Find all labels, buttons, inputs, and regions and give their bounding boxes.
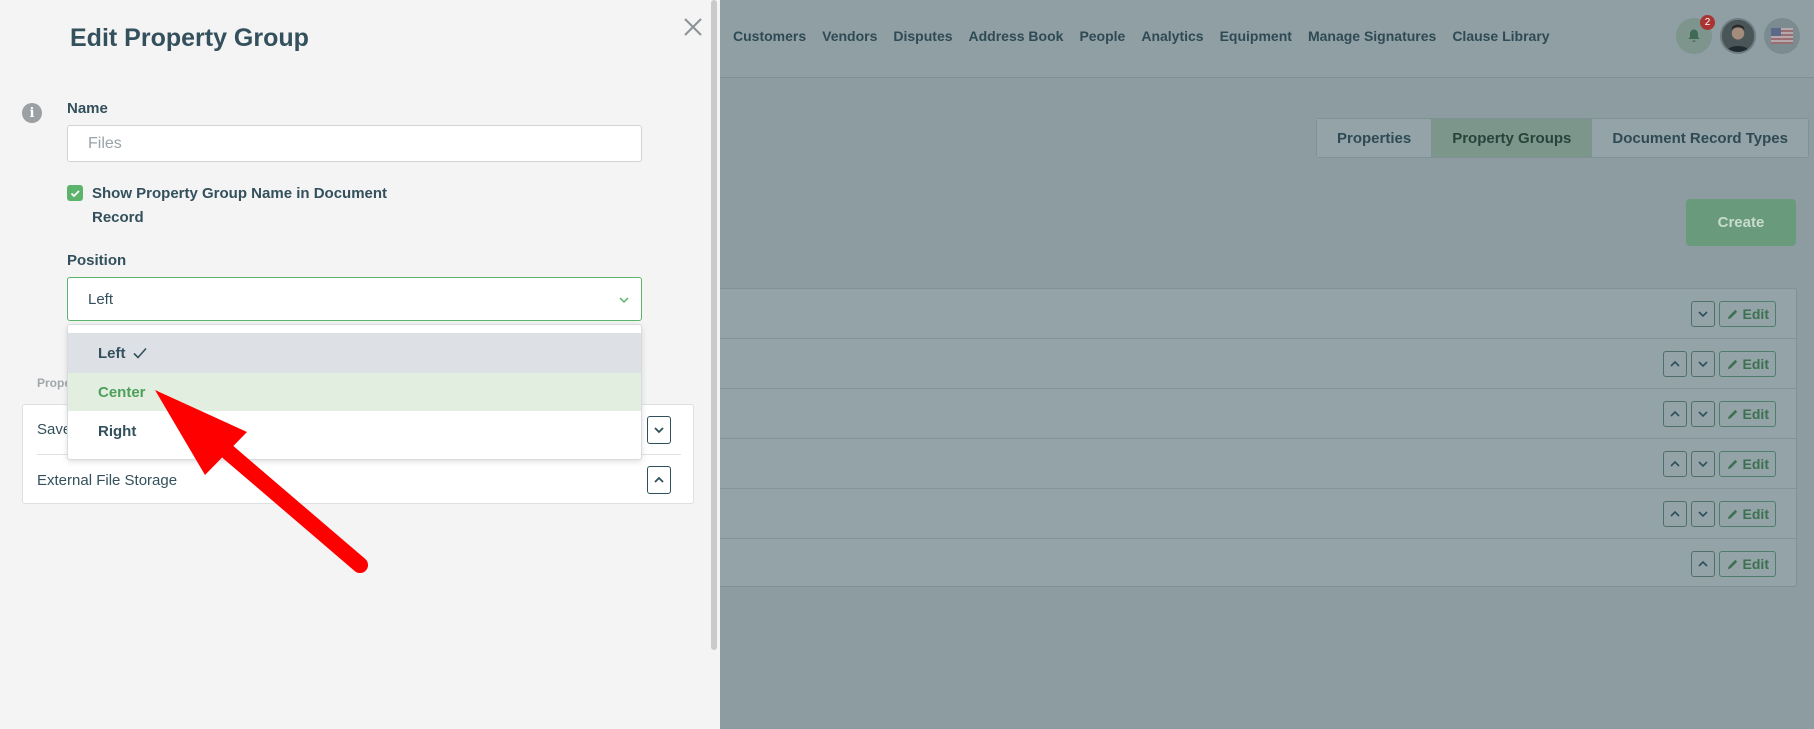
panel-scrollbar[interactable]: [711, 0, 717, 650]
move-up-button[interactable]: [1662, 351, 1687, 377]
show-group-name-checkbox[interactable]: [67, 185, 83, 201]
move-up-button[interactable]: [1662, 401, 1687, 427]
move-up-button[interactable]: [1690, 551, 1715, 577]
nav-address-book[interactable]: Address Book: [969, 28, 1064, 44]
chevron-up-icon: [1669, 460, 1680, 467]
properties-label: Prope: [37, 376, 72, 390]
move-down-button[interactable]: [1690, 401, 1715, 427]
edit-button[interactable]: Edit: [1718, 551, 1776, 577]
move-up-button[interactable]: [647, 466, 671, 494]
nav-equipment[interactable]: Equipment: [1220, 28, 1292, 44]
pencil-icon: [1727, 409, 1737, 419]
table-row: Edit: [701, 439, 1796, 489]
edit-button[interactable]: Edit: [1718, 501, 1776, 527]
nav-disputes[interactable]: Disputes: [893, 28, 952, 44]
move-up-button[interactable]: [1662, 451, 1687, 477]
name-input[interactable]: Files: [67, 125, 642, 162]
info-icon[interactable]: i: [22, 103, 42, 123]
edit-button[interactable]: Edit: [1718, 451, 1776, 477]
language-switcher[interactable]: [1764, 18, 1800, 54]
chevron-down-icon: [1697, 511, 1708, 518]
us-flag-icon: [1771, 28, 1793, 44]
chevron-up-icon: [1669, 360, 1680, 367]
chevron-up-icon: [654, 476, 664, 483]
nav-clause-library[interactable]: Clause Library: [1452, 28, 1549, 44]
close-icon[interactable]: [682, 16, 704, 38]
chevron-down-icon: [1697, 411, 1708, 418]
dropdown-option-right[interactable]: Right: [68, 411, 641, 451]
tab-document-record-types[interactable]: Document Record Types: [1592, 119, 1808, 157]
notification-badge: 2: [1700, 15, 1715, 30]
table-row: Edit: [701, 339, 1796, 389]
property-name: External File Storage: [37, 471, 178, 489]
chevron-down-icon: [1697, 311, 1708, 318]
move-down-button[interactable]: [1690, 451, 1715, 477]
table-row: Edit: [701, 489, 1796, 539]
topbar-actions: 2: [1676, 15, 1800, 54]
chevron-down-icon: [1697, 461, 1708, 468]
chevron-up-icon: [1669, 510, 1680, 517]
main-nav: Customers Vendors Disputes Address Book …: [733, 28, 1566, 44]
chevron-down-icon: [654, 426, 664, 433]
dropdown-option-center[interactable]: Center: [68, 373, 641, 411]
edit-button[interactable]: Edit: [1718, 301, 1776, 327]
pencil-icon: [1727, 309, 1737, 319]
show-group-name-label: Show Property Group Name in Document Rec…: [92, 185, 388, 226]
tab-properties[interactable]: Properties: [1317, 119, 1433, 157]
table-row: Edit: [701, 289, 1796, 339]
avatar-image: [1722, 20, 1754, 52]
list-item: External File Storage: [37, 455, 681, 505]
panel-title: Edit Property Group: [70, 24, 309, 52]
move-down-button[interactable]: [1690, 501, 1715, 527]
nav-manage-signatures[interactable]: Manage Signatures: [1308, 28, 1436, 44]
chevron-down-icon: [1697, 361, 1708, 368]
position-label: Position: [67, 252, 127, 269]
table-row: Edit: [701, 389, 1796, 439]
notifications-button[interactable]: 2: [1676, 15, 1715, 54]
bell-icon: [1688, 29, 1700, 42]
nav-analytics[interactable]: Analytics: [1141, 28, 1203, 44]
chevron-up-icon: [1669, 410, 1680, 417]
position-select[interactable]: Left: [67, 277, 642, 321]
pencil-icon: [1727, 459, 1737, 469]
checkmark-icon: [132, 347, 147, 359]
move-down-button[interactable]: [1690, 301, 1715, 327]
position-dropdown-menu: Left Center Right: [67, 324, 642, 460]
pencil-icon: [1727, 509, 1737, 519]
edit-button[interactable]: Edit: [1718, 351, 1776, 377]
edit-property-group-panel: Edit Property Group i Name Files Show Pr…: [0, 0, 720, 729]
table-row: Edit: [701, 539, 1796, 589]
move-up-button[interactable]: [1662, 501, 1687, 527]
position-selected-value: Left: [88, 290, 114, 308]
move-down-button[interactable]: [1690, 351, 1715, 377]
nav-customers[interactable]: Customers: [733, 28, 806, 44]
property-groups-table: Edit Edit Edit Edit Edit Edit: [700, 288, 1797, 587]
chevron-down-icon: [619, 297, 629, 304]
pencil-icon: [1727, 559, 1737, 569]
user-avatar[interactable]: [1720, 18, 1756, 54]
edit-button[interactable]: Edit: [1718, 401, 1776, 427]
dropdown-option-left[interactable]: Left: [68, 333, 641, 373]
create-button[interactable]: Create: [1686, 199, 1796, 246]
chevron-up-icon: [1697, 560, 1708, 567]
checkmark-icon: [70, 189, 80, 197]
nav-vendors[interactable]: Vendors: [822, 28, 877, 44]
name-label: Name: [67, 100, 108, 117]
tab-property-groups[interactable]: Property Groups: [1432, 119, 1593, 157]
move-down-button[interactable]: [647, 415, 671, 444]
settings-tabs: Properties Property Groups Document Reco…: [1316, 118, 1809, 158]
pencil-icon: [1727, 359, 1737, 369]
nav-people[interactable]: People: [1079, 28, 1125, 44]
